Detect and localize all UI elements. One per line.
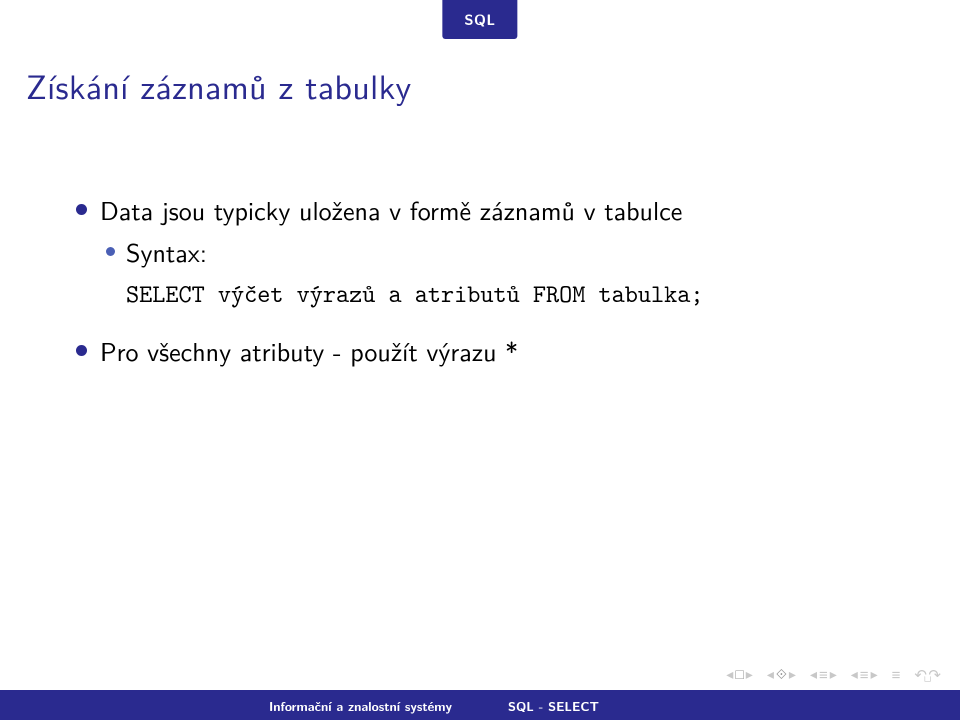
bullet-level-1: Data jsou typicky uložena v formě záznam… bbox=[70, 190, 900, 230]
nav-symbols: ◂□▸ ◂⟐▸ ◂≡▸ ◂≡▸ ≡ ↶␣↷ bbox=[726, 663, 938, 685]
slide: SQL Získání záznamů z tabulky Data jsou … bbox=[0, 0, 960, 720]
nav-first-icon[interactable]: ◂□▸ bbox=[726, 664, 753, 684]
footer-right-text: SQL - SELECT bbox=[508, 696, 599, 715]
nav-prev-icon[interactable]: ◂⟐▸ bbox=[767, 664, 796, 684]
section-tab: SQL bbox=[442, 0, 517, 39]
bullet-text: Syntax: bbox=[126, 233, 207, 271]
footer: Informační a znalostní systémy SQL - SEL… bbox=[0, 690, 960, 720]
footer-left-text: Informační a znalostní systémy bbox=[269, 696, 452, 715]
footer-left: Informační a znalostní systémy bbox=[0, 690, 480, 720]
footer-right: SQL - SELECT bbox=[480, 690, 960, 720]
bullet-text: Data jsou typicky uložena v formě záznam… bbox=[100, 191, 682, 229]
content: Data jsou typicky uložena v formě záznam… bbox=[70, 190, 900, 374]
bullet-level-1: Pro všechny atributy - použít výrazu * bbox=[70, 331, 900, 371]
nav-outline-icon[interactable]: ≡ bbox=[892, 663, 901, 685]
bullet-level-2: Syntax: bbox=[70, 232, 900, 272]
nav-undo-icon[interactable]: ↶␣↷ bbox=[914, 663, 938, 685]
code-line: SELECT výčet výrazů a atributů FROM tabu… bbox=[126, 275, 900, 314]
nav-forward-icon[interactable]: ◂≡▸ bbox=[851, 663, 878, 685]
nav-back-icon[interactable]: ◂≡▸ bbox=[810, 663, 837, 685]
frame-title: Získání záznamů z tabulky bbox=[26, 60, 960, 110]
header: SQL bbox=[0, 0, 960, 50]
bullet-text: Pro všechny atributy - použít výrazu * bbox=[100, 332, 518, 370]
